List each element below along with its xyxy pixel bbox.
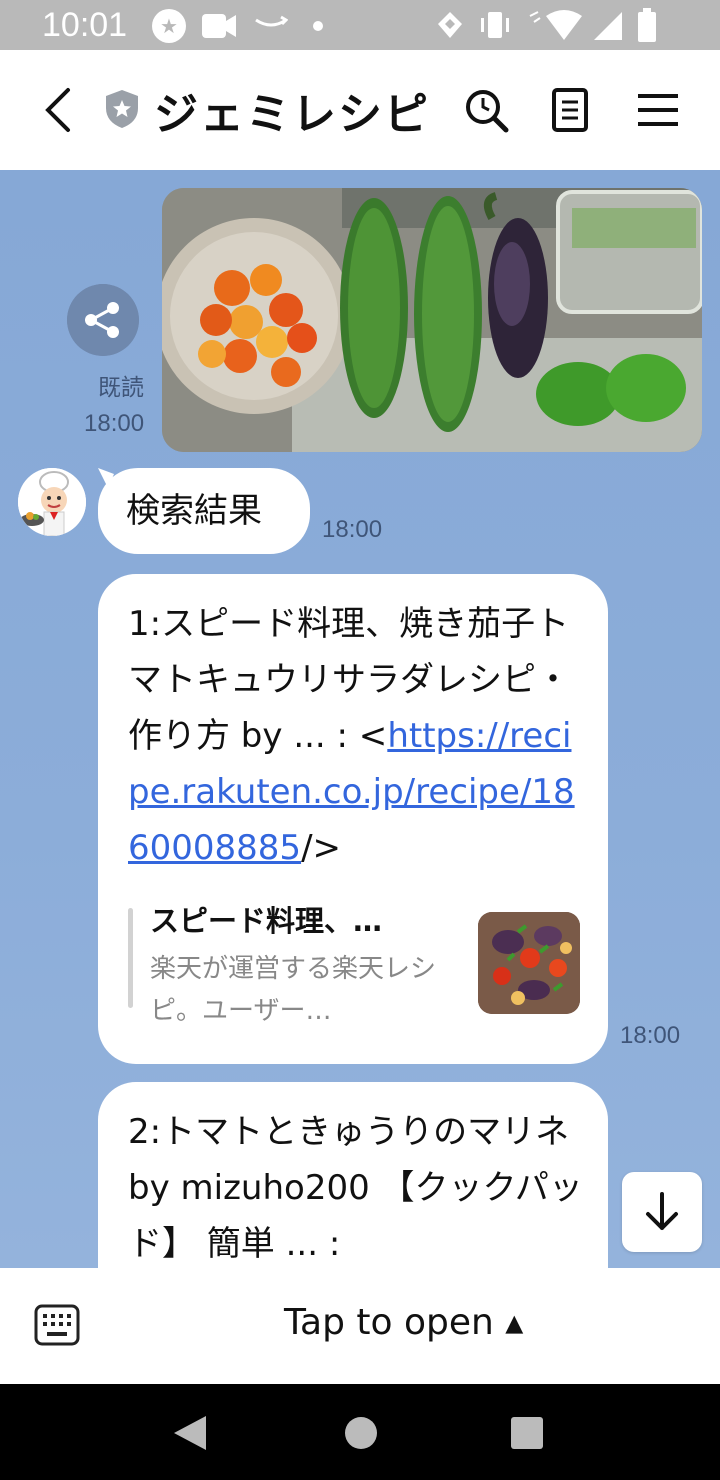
vibrate-icon <box>481 12 509 38</box>
link-preview[interactable]: スピード料理、… 楽天が運営する楽天レシピ。ユーザー… <box>128 898 580 1026</box>
message-text: 1:スピード料理、焼き茄子トマトキュウリサラダレシピ・作り方 by ... : … <box>128 596 588 876</box>
data-saver-icon <box>438 12 462 38</box>
notes-icon[interactable] <box>546 86 594 134</box>
message-text: 2:トマトときゅうりのマリネ by mizuho200 【クックパッド】 簡単 … <box>128 1112 583 1264</box>
wifi-icon <box>529 10 582 40</box>
menu-icon[interactable] <box>634 86 682 134</box>
chat-header: ジェミレシピ <box>0 50 720 170</box>
message-bubble[interactable]: 検索結果 <box>98 468 310 554</box>
scroll-down-button[interactable] <box>622 1172 702 1252</box>
avatar[interactable] <box>18 468 86 536</box>
navigation-bar <box>0 1384 720 1480</box>
message-bubble[interactable]: 2:トマトときゅうりのマリネ by mizuho200 【クックパッド】 簡単 … <box>98 1082 608 1268</box>
message-time: 18:00 <box>620 1022 681 1049</box>
chat-area[interactable]: 既読 18:00 検索結果 18:00 1:スピード料理、焼き茄子トマトキュウリ… <box>0 170 720 1268</box>
battery-icon <box>638 8 656 42</box>
message-time: 18:00 <box>322 516 383 543</box>
bottom-bar: Tap to open ▴ <box>0 1268 720 1384</box>
arrow-down-icon <box>646 1192 678 1230</box>
preview-description: 楽天が運営する楽天レシピ。ユーザー… <box>150 954 437 1026</box>
recents-nav-icon[interactable] <box>510 1416 544 1450</box>
sent-photo[interactable] <box>162 188 702 452</box>
notification-icon: ★ <box>152 9 186 43</box>
signal-icon <box>594 12 622 40</box>
keyboard-icon[interactable] <box>34 1304 80 1346</box>
status-time: 10:01 <box>42 6 128 44</box>
preview-title: スピード料理、… <box>150 904 383 938</box>
share-icon[interactable] <box>67 284 139 356</box>
back-icon[interactable] <box>38 84 78 136</box>
search-icon[interactable] <box>462 86 510 134</box>
shield-icon <box>106 90 138 128</box>
preview-divider <box>128 908 133 1008</box>
home-nav-icon[interactable] <box>344 1416 378 1450</box>
preview-thumbnail <box>478 912 580 1014</box>
dot-icon <box>313 21 323 31</box>
message-bubble[interactable]: 1:スピード料理、焼き茄子トマトキュウリサラダレシピ・作り方 by ... : … <box>98 574 608 1064</box>
sent-time: 18:00 <box>84 410 145 437</box>
status-bar: 10:01 ★ <box>0 0 720 50</box>
tap-to-open-button[interactable]: Tap to open ▴ <box>284 1302 523 1343</box>
chat-title: ジェミレシピ <box>154 89 430 140</box>
video-icon <box>202 14 236 38</box>
message-text-part: /> <box>301 828 342 868</box>
amazon-icon <box>255 15 288 27</box>
read-receipt: 既読 <box>98 375 144 401</box>
back-nav-icon[interactable] <box>172 1414 208 1452</box>
